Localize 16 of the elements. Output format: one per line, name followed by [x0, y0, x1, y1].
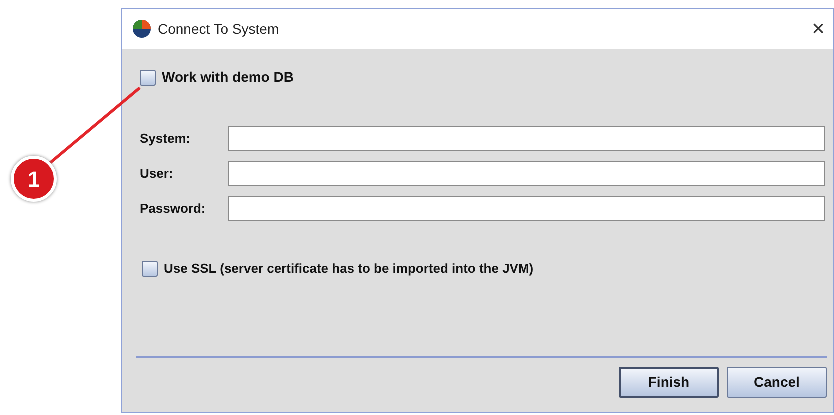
- checkbox-label: Work with demo DB: [162, 68, 294, 87]
- field-label: System:: [140, 130, 192, 148]
- window-title: Connect To System: [158, 20, 280, 39]
- checkbox-label: Use SSL (server certificate has to be imported into the JVM): [164, 260, 534, 278]
- demo-db-checkbox[interactable]: [140, 70, 156, 86]
- input-field[interactable]: [228, 161, 825, 186]
- callout-number-badge: 1: [11, 156, 57, 202]
- dialog-button[interactable]: Cancel: [727, 367, 827, 398]
- field-label: Password:: [140, 200, 207, 218]
- app-logo-icon: [132, 19, 152, 39]
- input-field[interactable]: [228, 126, 825, 151]
- input-field[interactable]: [228, 196, 825, 221]
- close-button[interactable]: ×: [812, 18, 825, 40]
- dialog-button[interactable]: Finish: [619, 367, 719, 398]
- field-label: User:: [140, 164, 174, 183]
- ssl-checkbox[interactable]: [142, 260, 158, 277]
